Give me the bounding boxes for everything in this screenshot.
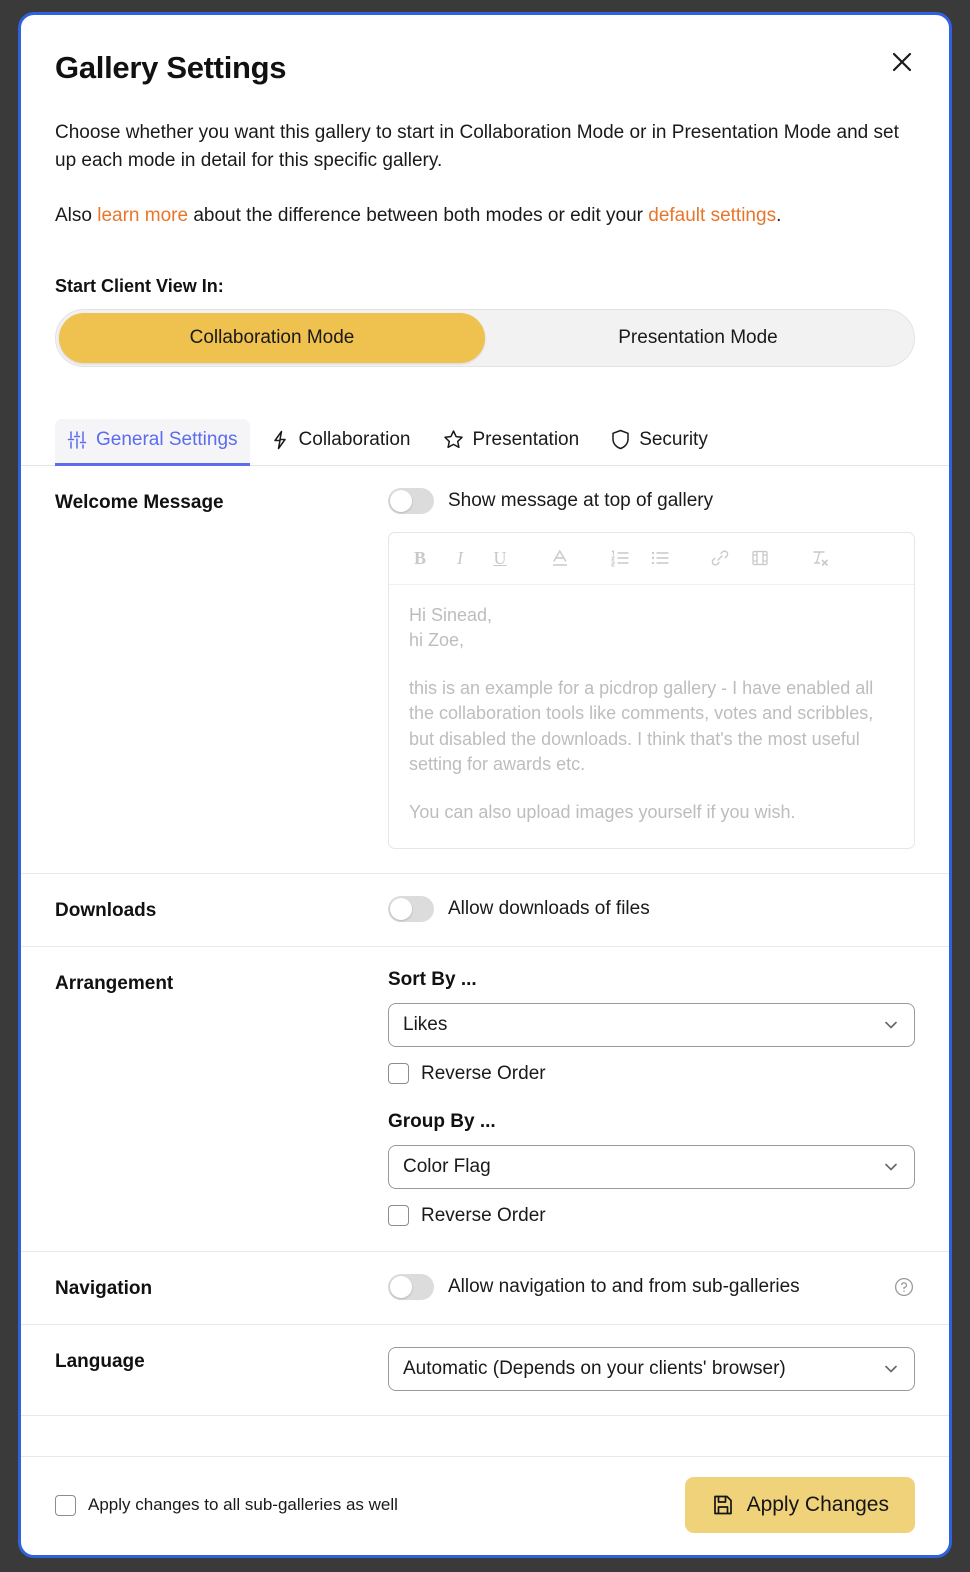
sort-reverse-order-label: Reverse Order xyxy=(421,1062,546,1084)
section-label: Arrangement xyxy=(55,972,174,994)
downloads-toggle-label: Allow downloads of files xyxy=(448,897,650,919)
tab-general-settings[interactable]: General Settings xyxy=(55,418,250,466)
modal-backdrop: Gallery Settings Choose whether you want… xyxy=(0,0,970,1572)
learn-more-link[interactable]: learn more xyxy=(97,205,188,226)
dialog-footer: Apply changes to all sub-galleries as we… xyxy=(21,1456,949,1555)
section-downloads: Downloads Allow downloads of files xyxy=(21,874,949,947)
message-line: hi Zoe, xyxy=(409,630,465,651)
help-circle-icon[interactable] xyxy=(893,1276,915,1298)
section-label: Welcome Message xyxy=(55,491,224,513)
sort-reverse-order-checkbox[interactable] xyxy=(388,1063,409,1085)
apply-changes-button[interactable]: Apply Changes xyxy=(684,1477,915,1533)
text-color-icon[interactable] xyxy=(543,541,577,575)
gallery-settings-dialog: Gallery Settings Choose whether you want… xyxy=(18,12,952,1558)
tab-label: Collaboration xyxy=(298,428,411,450)
section-navigation: Navigation Allow navigation to and from … xyxy=(21,1252,949,1325)
language-select[interactable]: Automatic (Depends on your clients' brow… xyxy=(388,1346,915,1391)
dialog-header: Gallery Settings xyxy=(21,15,949,85)
intro-text: Choose whether you want this gallery to … xyxy=(21,119,949,230)
section-label: Navigation xyxy=(55,1277,153,1299)
tab-label: Security xyxy=(639,428,708,450)
start-client-view-label: Start Client View In: xyxy=(55,275,224,296)
numbered-list-icon[interactable] xyxy=(603,541,637,575)
sort-by-select[interactable]: Likes xyxy=(388,1002,915,1047)
group-reverse-order-label: Reverse Order xyxy=(421,1204,546,1226)
chevron-down-icon xyxy=(885,1163,897,1170)
group-reverse-order-checkbox[interactable] xyxy=(388,1205,409,1227)
shield-icon xyxy=(611,429,630,450)
welcome-message-text[interactable]: Hi Sinead, hi Zoe, this is an example fo… xyxy=(389,585,914,848)
section-arrangement: Arrangement Sort By ... Likes Reverse Or… xyxy=(21,947,949,1252)
chevron-down-icon xyxy=(885,1365,897,1372)
apply-to-subgalleries-checkbox[interactable] xyxy=(55,1494,76,1516)
tab-security[interactable]: Security xyxy=(599,419,720,466)
group-by-label: Group By ... xyxy=(388,1110,496,1132)
language-value: Automatic (Depends on your clients' brow… xyxy=(403,1357,786,1379)
welcome-message-toggle[interactable] xyxy=(388,487,434,514)
section-welcome-message: Welcome Message Show message at top of g… xyxy=(21,466,949,874)
sort-by-value: Likes xyxy=(403,1013,448,1035)
tab-label: Presentation xyxy=(472,428,580,450)
tab-collaboration[interactable]: Collaboration xyxy=(258,419,423,466)
italic-icon[interactable]: I xyxy=(443,541,477,575)
mode-option-collaboration[interactable]: Collaboration Mode xyxy=(59,312,485,363)
section-language: Language Automatic (Depends on your clie… xyxy=(21,1325,949,1416)
navigation-toggle[interactable] xyxy=(388,1273,434,1300)
tab-presentation[interactable]: Presentation xyxy=(431,419,592,466)
editor-toolbar: B I U xyxy=(389,533,914,585)
lightning-bolt-icon xyxy=(270,430,290,450)
message-line: You can also upload images yourself if y… xyxy=(409,802,796,823)
intro-prefix: Also xyxy=(55,205,98,227)
intro-middle: about the difference between both modes … xyxy=(188,205,649,227)
group-by-select[interactable]: Color Flag xyxy=(388,1144,915,1189)
downloads-toggle-line: Allow downloads of files xyxy=(388,895,915,922)
intro-paragraph-1: Choose whether you want this gallery to … xyxy=(55,122,899,171)
welcome-toggle-label: Show message at top of gallery xyxy=(448,489,714,511)
settings-body: Welcome Message Show message at top of g… xyxy=(21,466,949,1456)
bullet-list-icon[interactable] xyxy=(643,541,677,575)
apply-to-subgalleries-row: Apply changes to all sub-galleries as we… xyxy=(55,1494,685,1516)
welcome-toggle-line: Show message at top of gallery xyxy=(388,487,915,514)
section-label: Downloads xyxy=(55,899,157,921)
star-icon xyxy=(443,429,464,450)
start-client-view-block: Start Client View In: Collaboration Mode… xyxy=(21,276,949,367)
bold-icon[interactable]: B xyxy=(403,541,437,575)
page-title: Gallery Settings xyxy=(55,50,287,85)
clear-formatting-icon[interactable] xyxy=(803,541,837,575)
apply-changes-label: Apply Changes xyxy=(746,1493,889,1516)
message-line: this is an example for a picdrop gallery… xyxy=(409,677,874,775)
mode-switch: Collaboration Mode Presentation Mode xyxy=(55,308,915,367)
underline-icon[interactable]: U xyxy=(483,541,517,575)
welcome-message-editor: B I U Hi Sinead, hi Zoe, this is an exam… xyxy=(388,531,915,849)
intro-paragraph-2: Also learn more about the difference bet… xyxy=(55,202,915,230)
group-by-value: Color Flag xyxy=(403,1155,491,1177)
settings-tabbar: General Settings Collaboration Presentat… xyxy=(21,418,949,466)
video-icon[interactable] xyxy=(743,541,777,575)
navigation-toggle-label: Allow navigation to and from sub-galleri… xyxy=(448,1275,800,1297)
chevron-down-icon xyxy=(885,1021,897,1028)
tab-label: General Settings xyxy=(96,428,238,450)
section-label: Language xyxy=(55,1350,145,1372)
link-icon[interactable] xyxy=(703,541,737,575)
sort-by-label: Sort By ... xyxy=(388,968,477,990)
message-line: Hi Sinead, xyxy=(409,604,493,625)
mode-option-presentation[interactable]: Presentation Mode xyxy=(485,313,911,363)
intro-suffix: . xyxy=(776,205,782,227)
close-icon xyxy=(892,52,912,72)
sliders-icon xyxy=(67,430,87,450)
default-settings-link[interactable]: default settings xyxy=(648,205,776,226)
group-reverse-order-row: Reverse Order xyxy=(388,1205,915,1227)
close-button[interactable] xyxy=(885,45,919,79)
save-icon xyxy=(713,1495,732,1515)
apply-to-subgalleries-label: Apply changes to all sub-galleries as we… xyxy=(88,1495,398,1514)
downloads-toggle[interactable] xyxy=(388,895,434,922)
navigation-toggle-line: Allow navigation to and from sub-galleri… xyxy=(388,1273,915,1300)
sort-reverse-order-row: Reverse Order xyxy=(388,1063,915,1085)
